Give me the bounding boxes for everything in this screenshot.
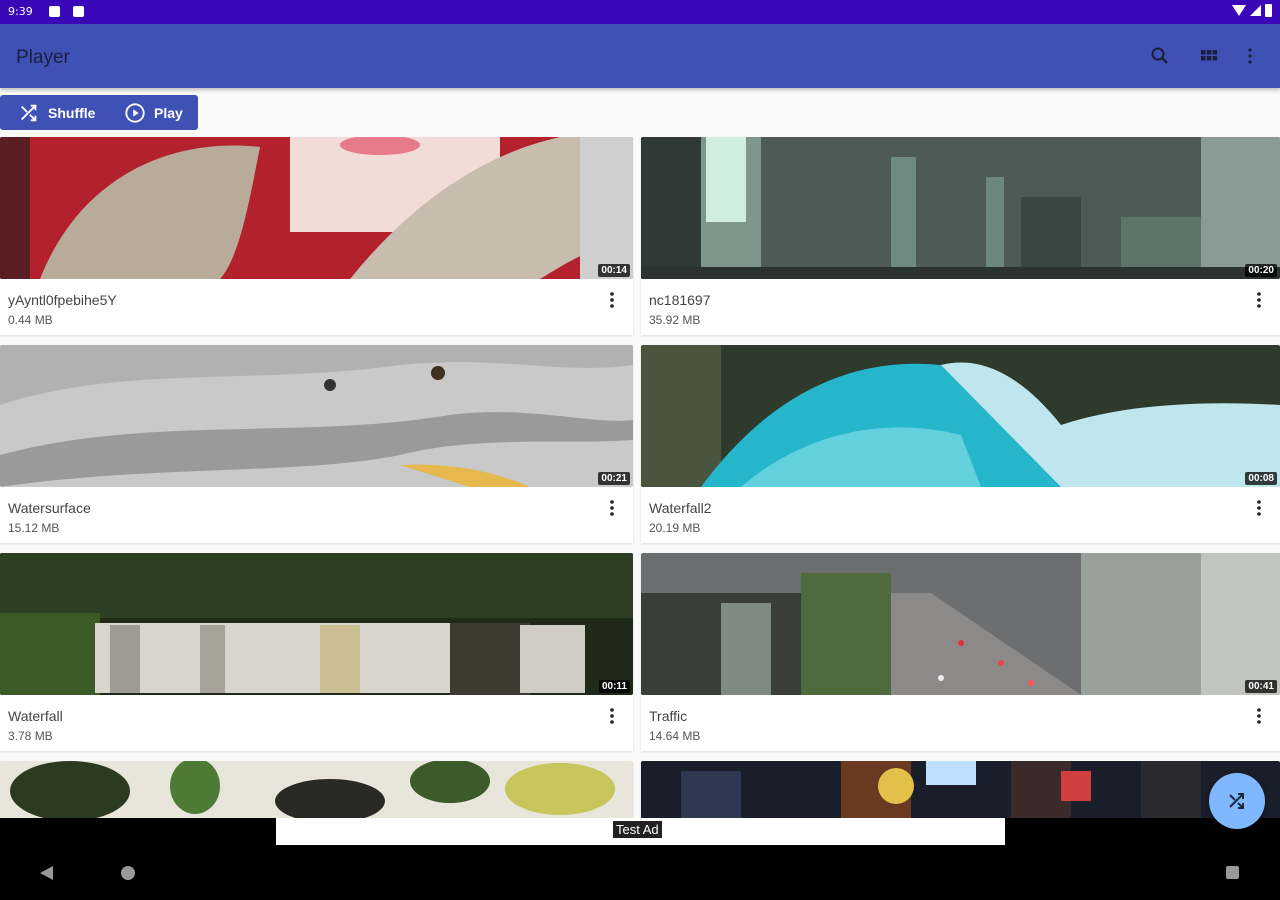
more-vert-icon[interactable] (1238, 44, 1262, 68)
video-size: 20.19 MB (649, 521, 701, 535)
signal-icon (1250, 5, 1261, 16)
more-vert-icon[interactable] (609, 707, 615, 725)
shuffle-button[interactable]: Shuffle (18, 95, 95, 130)
status-bar: 9:39 (0, 0, 1280, 24)
video-size: 0.44 MB (8, 313, 53, 327)
video-title: Waterfall (8, 708, 63, 724)
video-card[interactable]: 00:41 Traffic 14.64 MB (641, 553, 1280, 751)
video-title: Traffic (649, 708, 688, 724)
more-vert-icon[interactable] (1256, 291, 1262, 309)
duration-badge: 00:11 (598, 680, 630, 693)
video-card[interactable]: 00:14 yAyntl0fpebihe5Y 0.44 MB (0, 137, 633, 335)
video-thumbnail (0, 761, 633, 819)
back-icon[interactable] (40, 866, 53, 880)
play-circle-icon (125, 102, 145, 123)
duration-badge: 00:21 (598, 472, 630, 485)
recents-icon[interactable] (1226, 866, 1239, 879)
video-thumbnail: 00:11 (0, 553, 633, 695)
video-card[interactable]: 00:08 Waterfall2 20.19 MB (641, 345, 1280, 543)
status-time: 9:39 (8, 5, 33, 18)
shuffle-icon (21, 104, 37, 121)
shuffle-fab-button[interactable] (1209, 773, 1265, 829)
home-icon[interactable] (121, 866, 135, 880)
ad-banner[interactable]: Test Ad (276, 818, 1005, 845)
video-title: yAyntl0fpebihe5Y (8, 292, 117, 308)
video-card[interactable] (0, 761, 633, 819)
action-strip: Shuffle Play (0, 95, 198, 130)
grid-view-icon[interactable] (1197, 44, 1221, 68)
shuffle-label: Shuffle (48, 104, 96, 121)
page-title: Player (16, 47, 70, 68)
video-thumbnail: 00:08 (641, 345, 1280, 487)
app-bar: Player (0, 24, 1280, 88)
battery-icon (1265, 4, 1272, 17)
more-vert-icon[interactable] (1256, 707, 1262, 725)
video-size: 3.78 MB (8, 729, 53, 743)
notification-icon (49, 6, 60, 17)
video-thumbnail: 00:20 (641, 137, 1280, 279)
play-button[interactable]: Play (124, 95, 183, 130)
search-icon[interactable] (1148, 44, 1172, 68)
video-card[interactable]: 00:20 nc181697 35.92 MB (641, 137, 1280, 335)
video-thumbnail (641, 761, 1280, 819)
sd-card-icon (73, 6, 84, 17)
video-size: 35.92 MB (649, 313, 701, 327)
more-vert-icon[interactable] (1256, 499, 1262, 517)
more-vert-icon[interactable] (609, 499, 615, 517)
wifi-icon (1232, 5, 1246, 16)
video-size: 14.64 MB (649, 729, 701, 743)
video-card[interactable]: 00:11 Waterfall 3.78 MB (0, 553, 633, 751)
video-card[interactable]: 00:21 Watersurface 15.12 MB (0, 345, 633, 543)
shuffle-icon (1229, 793, 1244, 809)
video-size: 15.12 MB (8, 521, 60, 535)
duration-badge: 00:41 (1245, 680, 1277, 693)
duration-badge: 00:20 (1245, 264, 1277, 277)
duration-badge: 00:14 (598, 264, 630, 277)
ad-label: Test Ad (613, 821, 662, 838)
more-vert-icon[interactable] (609, 291, 615, 309)
duration-badge: 00:08 (1245, 472, 1277, 485)
video-thumbnail: 00:14 (0, 137, 633, 279)
video-title: Watersurface (8, 500, 91, 516)
video-thumbnail: 00:21 (0, 345, 633, 487)
play-label: Play (154, 104, 183, 121)
video-title: Waterfall2 (649, 500, 712, 516)
video-card[interactable] (641, 761, 1280, 819)
video-title: nc181697 (649, 292, 711, 308)
video-thumbnail: 00:41 (641, 553, 1280, 695)
